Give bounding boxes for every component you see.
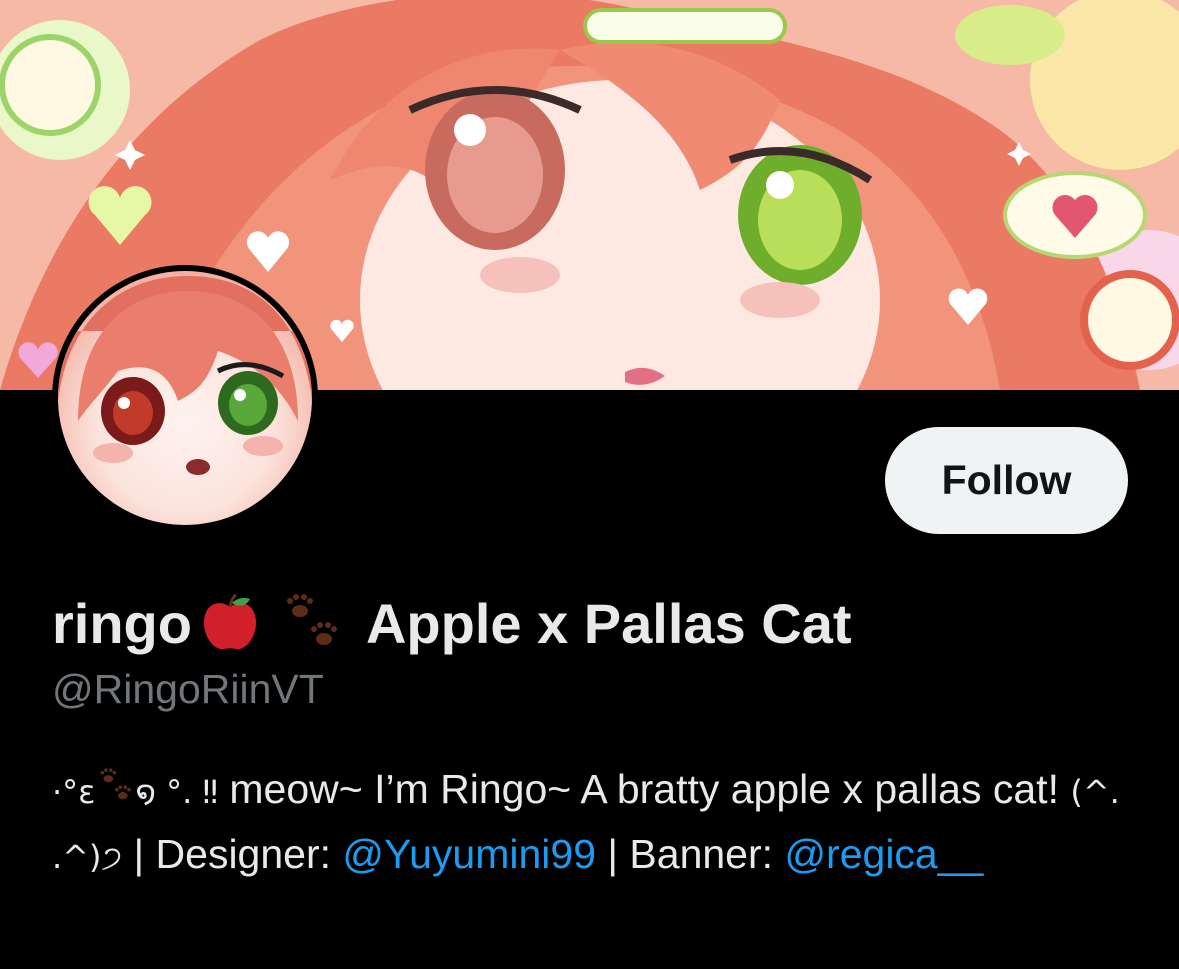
profile-avatar[interactable] [52,265,318,531]
avatar-image [58,271,312,525]
follow-button[interactable]: Follow [885,427,1128,534]
display-name-suffix: Apple x Pallas Cat [365,591,852,655]
bio-text-3: | Banner: [596,831,785,878]
apple-emoji [200,593,260,653]
paw-prints-emoji [278,591,344,655]
display-name: ringo Apple x Pallas Cat [52,588,852,658]
bio-kaomoji-lead: ·°ɛ [52,773,96,811]
bio-text-2: | Designer: [122,831,343,878]
display-name-text: ringo [52,591,192,655]
designer-link[interactable]: @Yuyumini99 [342,831,596,877]
user-handle: @RingoRiinVT [52,666,324,712]
bio-kaomoji-lead-end: ໑ °. ‼ [135,773,219,811]
profile-bio: ·°ɛ ໑ °. ‼ meow~ I’m Ringo~ A bratty app… [52,758,1142,888]
paw-prints-icon [95,761,135,823]
bio-text-1: meow~ I’m Ringo~ A bratty apple x pallas… [218,766,1071,812]
banner-artist-link[interactable]: @regica__ [784,831,983,877]
